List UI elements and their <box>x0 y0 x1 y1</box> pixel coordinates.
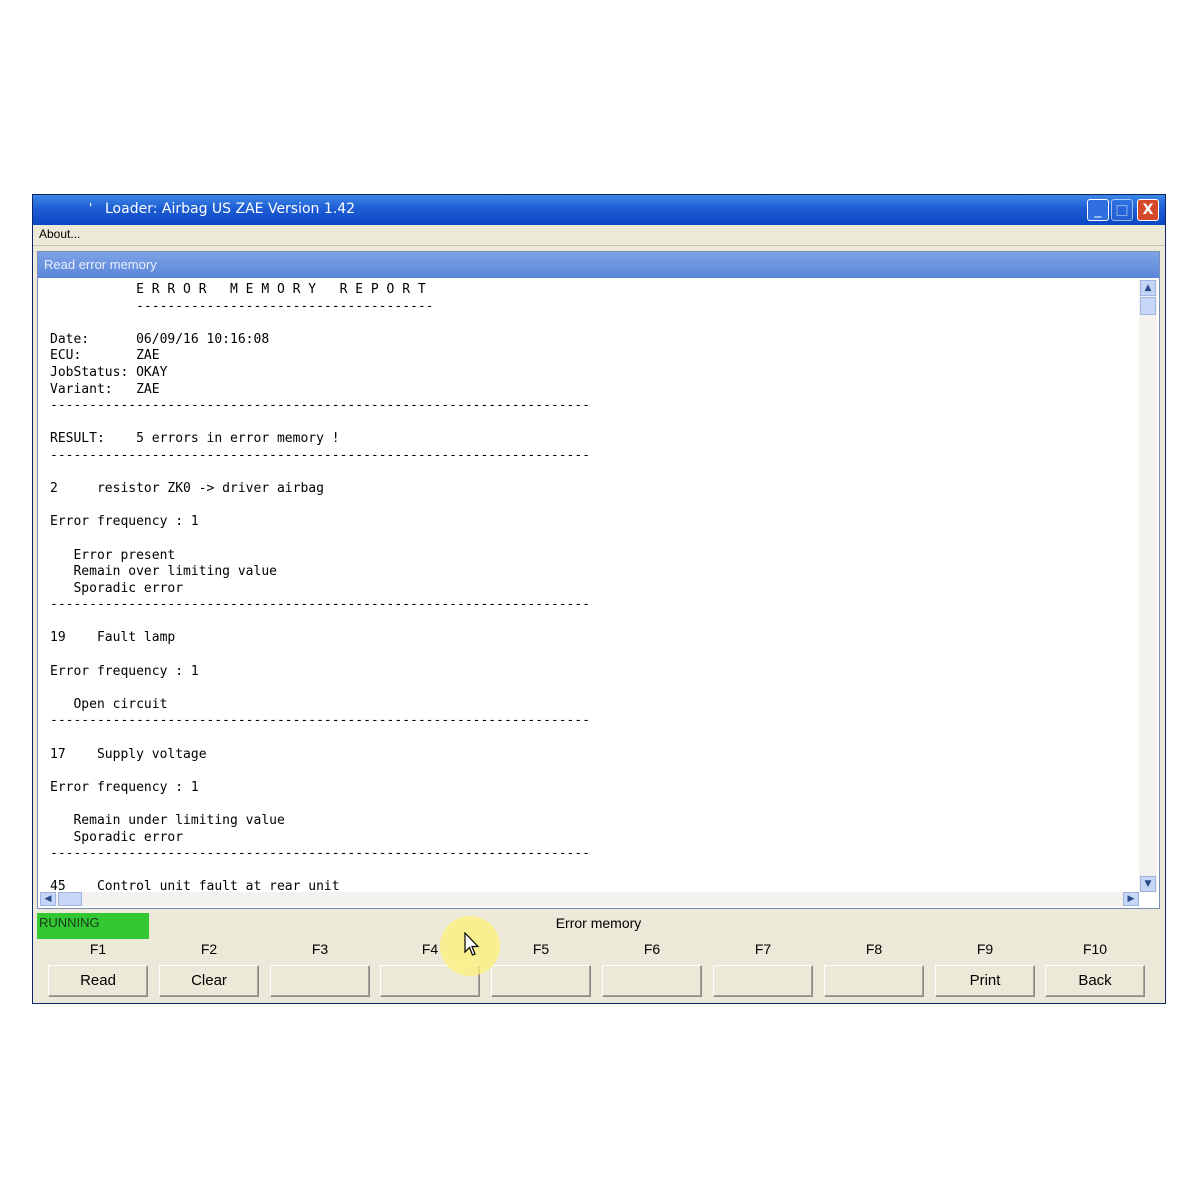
scroll-left-icon[interactable]: ◀ <box>40 892 56 906</box>
running-indicator: RUNNING <box>37 913 149 939</box>
print-button[interactable]: Print <box>935 965 1035 997</box>
menu-item-about[interactable]: About... <box>39 227 80 241</box>
report-panel: Read error memory E R R O R M E M O R Y … <box>37 251 1160 909</box>
fkey-label: F2 <box>200 941 218 957</box>
fkey-f5: F5 <box>491 941 591 999</box>
fkey-label: F8 <box>865 941 883 957</box>
status-label: Error memory <box>555 915 642 931</box>
vertical-scroll-thumb[interactable] <box>1140 297 1156 315</box>
report-content: E R R O R M E M O R Y R E P O R T ------… <box>50 282 591 894</box>
fkey-f3: F3 <box>270 941 370 999</box>
f6-button[interactable] <box>602 965 702 997</box>
function-key-bar: F1 Read F2 Clear F3 F4 F5 F6 F7 F8 F9 Pr… <box>37 941 1160 999</box>
panel-title-bar: Read error memory <box>38 252 1159 278</box>
minimize-button[interactable]: _ <box>1087 199 1109 221</box>
fkey-f7: F7 <box>713 941 813 999</box>
fkey-label: F10 <box>1082 941 1108 957</box>
read-button[interactable]: Read <box>48 965 148 997</box>
app-window: ' Loader: Airbag US ZAE Version 1.42 _ □… <box>32 194 1166 1004</box>
fkey-f8: F8 <box>824 941 924 999</box>
scroll-down-icon[interactable]: ▼ <box>1140 876 1156 892</box>
fkey-f1: F1 Read <box>48 941 148 999</box>
horizontal-scrollbar[interactable]: ◀ ▶ <box>40 892 1139 906</box>
back-button[interactable]: Back <box>1045 965 1145 997</box>
fkey-label: F3 <box>311 941 329 957</box>
f7-button[interactable] <box>713 965 813 997</box>
horizontal-scroll-thumb[interactable] <box>58 892 82 906</box>
menu-bar: About... <box>33 225 1165 246</box>
fkey-label: F5 <box>532 941 550 957</box>
fkey-f6: F6 <box>602 941 702 999</box>
clear-button[interactable]: Clear <box>159 965 259 997</box>
f5-button[interactable] <box>491 965 591 997</box>
title-bar[interactable]: ' Loader: Airbag US ZAE Version 1.42 _ □… <box>33 195 1165 225</box>
app-icon: ' <box>89 201 93 215</box>
close-button[interactable]: X <box>1137 199 1159 221</box>
f8-button[interactable] <box>824 965 924 997</box>
fkey-label: F1 <box>89 941 107 957</box>
fkey-f9: F9 Print <box>935 941 1035 999</box>
f3-button[interactable] <box>270 965 370 997</box>
maximize-button[interactable]: □ <box>1111 199 1133 221</box>
vertical-scrollbar[interactable]: ▲ ▼ <box>1139 280 1157 892</box>
fkey-label: F6 <box>643 941 661 957</box>
status-bar: Error memory RUNNING <box>37 913 1160 941</box>
fkey-f2: F2 Clear <box>159 941 259 999</box>
scroll-up-icon[interactable]: ▲ <box>1140 280 1156 296</box>
report-text-area[interactable]: E R R O R M E M O R Y R E P O R T ------… <box>40 280 1137 894</box>
panel-title: Read error memory <box>44 257 157 272</box>
fkey-label: F9 <box>976 941 994 957</box>
fkey-f10: F10 Back <box>1045 941 1145 999</box>
mouse-pointer-icon <box>464 932 480 956</box>
window-title: Loader: Airbag US ZAE Version 1.42 <box>105 201 356 217</box>
scroll-right-icon[interactable]: ▶ <box>1123 892 1139 906</box>
fkey-label: F7 <box>754 941 772 957</box>
